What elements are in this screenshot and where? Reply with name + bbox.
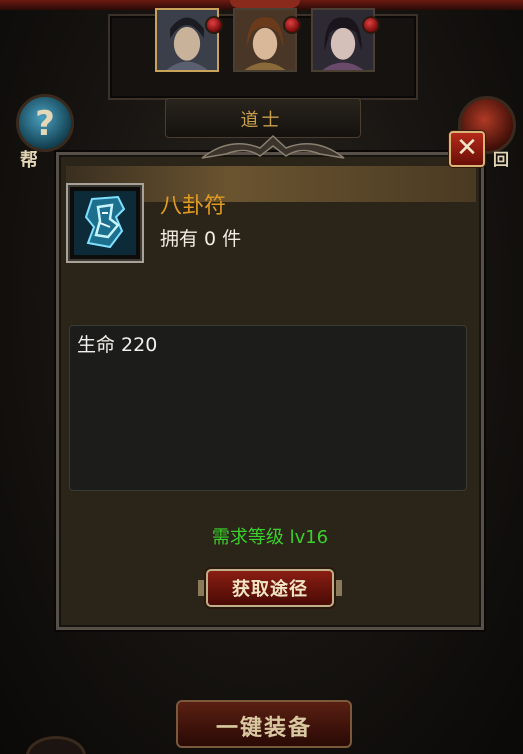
- class-tab-label: 道士: [240, 110, 283, 131]
- close-button[interactable]: ✕: [449, 131, 485, 167]
- popup-ornament: [200, 132, 346, 162]
- top-banner-ornament: [230, 0, 300, 8]
- hero-3-alert-dot: [362, 16, 380, 34]
- bagua-talisman-icon: [74, 191, 136, 255]
- back-label: 回: [493, 150, 510, 169]
- close-icon: ✕: [456, 133, 478, 163]
- hero-2-alert-dot: [283, 16, 301, 34]
- help-label: 帮: [20, 150, 38, 171]
- level-requirement: 需求等级 lv16: [211, 527, 329, 548]
- hero-1-alert-dot: [205, 16, 223, 34]
- item-name: 八卦符: [160, 194, 227, 219]
- item-icon-frame: [66, 183, 144, 263]
- equip-all-label: 一键装备: [215, 716, 312, 741]
- item-owned-count: 拥有 0 件: [160, 228, 242, 250]
- stat-line: 生命 220: [77, 334, 158, 356]
- get-source-label: 获取途径: [232, 579, 308, 600]
